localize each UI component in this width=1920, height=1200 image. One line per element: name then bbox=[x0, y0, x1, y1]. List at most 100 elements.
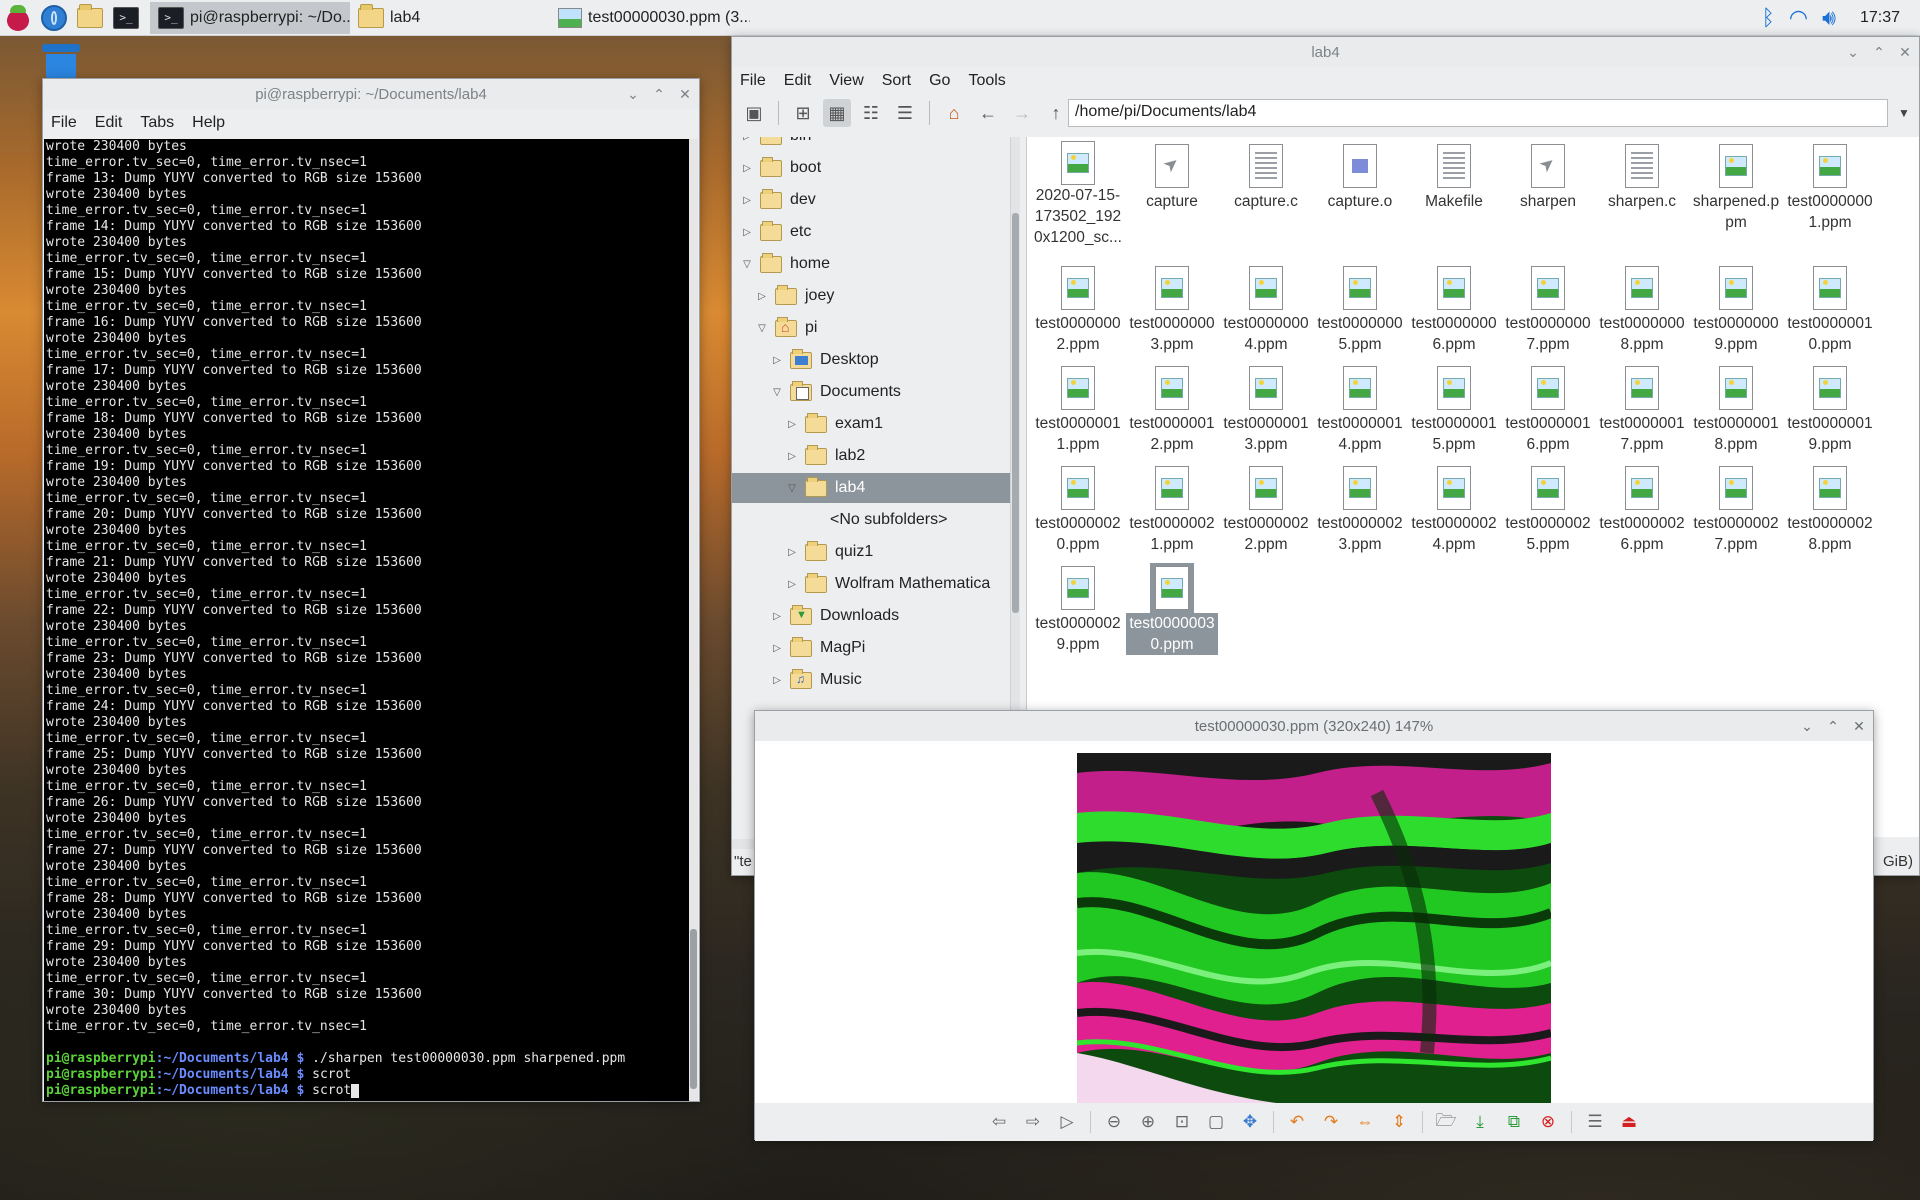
menu-tools[interactable]: Tools bbox=[968, 72, 1005, 90]
compact-view-icon[interactable]: ☷ bbox=[857, 99, 885, 127]
file-item[interactable]: test00000012.ppm bbox=[1127, 363, 1217, 459]
tree-item-desktop[interactable]: ▷ Desktop bbox=[732, 345, 1010, 375]
task-file-manager[interactable]: lab4 bbox=[350, 2, 550, 34]
maximize-icon[interactable]: ⌃ bbox=[651, 86, 667, 103]
file-item[interactable]: 2020-07-15-173502_1920x1200_sc... bbox=[1033, 141, 1123, 246]
collapse-arrow-icon[interactable]: ▽ bbox=[772, 387, 782, 398]
terminal-output[interactable]: wrote 230400 bytes time_error.tv_sec=0, t… bbox=[44, 139, 690, 1101]
maximize-icon[interactable]: ⌃ bbox=[1825, 718, 1841, 735]
file-item[interactable]: test00000011.ppm bbox=[1033, 363, 1123, 459]
expand-arrow-icon[interactable]: ▷ bbox=[742, 195, 752, 206]
file-item[interactable]: test00000030.ppm bbox=[1126, 563, 1218, 659]
file-item[interactable]: test00000026.ppm bbox=[1597, 463, 1687, 559]
file-item[interactable]: test00000013.ppm bbox=[1221, 363, 1311, 459]
preferences-icon[interactable]: ☰ bbox=[1582, 1109, 1608, 1135]
file-item[interactable]: test00000028.ppm bbox=[1785, 463, 1875, 559]
flip-vertical-icon[interactable]: ⇕ bbox=[1386, 1109, 1412, 1135]
file-item[interactable]: test00000025.ppm bbox=[1503, 463, 1593, 559]
menu-file[interactable]: File bbox=[740, 72, 766, 90]
collapse-arrow-icon[interactable]: ▽ bbox=[742, 259, 752, 270]
collapse-arrow-icon[interactable]: ▽ bbox=[757, 323, 767, 334]
close-icon[interactable]: ✕ bbox=[677, 86, 693, 103]
forward-arrow-icon[interactable]: → bbox=[1008, 99, 1036, 127]
zoom-out-icon[interactable]: ⊖ bbox=[1101, 1109, 1127, 1135]
tree-item-dev[interactable]: ▷ dev bbox=[732, 185, 1010, 215]
file-item[interactable]: test00000016.ppm bbox=[1503, 363, 1593, 459]
path-field[interactable]: /home/pi/Documents/lab4 bbox=[1068, 99, 1888, 127]
menu-tabs[interactable]: Tabs bbox=[140, 114, 174, 132]
expand-arrow-icon[interactable]: ▷ bbox=[757, 291, 767, 302]
trash-icon[interactable] bbox=[42, 44, 80, 80]
tree-item-pi[interactable]: ▽ pi bbox=[732, 313, 1010, 343]
tree-item-music[interactable]: ▷ Music bbox=[732, 665, 1010, 695]
file-item[interactable]: test00000018.ppm bbox=[1691, 363, 1781, 459]
flip-horizontal-icon[interactable]: ⇔ bbox=[1352, 1109, 1378, 1135]
expand-arrow-icon[interactable]: ▷ bbox=[772, 643, 782, 654]
file-item[interactable]: test00000001.ppm bbox=[1785, 141, 1875, 237]
home-icon[interactable]: ⌂ bbox=[940, 99, 968, 127]
tree-item-quiz1[interactable]: ▷ quiz1 bbox=[732, 537, 1010, 567]
file-item[interactable]: test00000014.ppm bbox=[1315, 363, 1405, 459]
menu-go[interactable]: Go bbox=[929, 72, 950, 90]
web-browser-launcher[interactable] bbox=[36, 0, 72, 36]
file-item[interactable]: test00000005.ppm bbox=[1315, 263, 1405, 359]
wifi-icon[interactable]: ◠ bbox=[1789, 7, 1808, 29]
save-as-icon[interactable]: ⧉ bbox=[1501, 1109, 1527, 1135]
menu-edit[interactable]: Edit bbox=[784, 72, 812, 90]
expand-arrow-icon[interactable]: ▷ bbox=[742, 163, 752, 174]
file-item[interactable]: test00000022.ppm bbox=[1221, 463, 1311, 559]
expand-arrow-icon[interactable]: ▷ bbox=[742, 227, 752, 238]
tree-scrollbar[interactable] bbox=[1010, 137, 1020, 749]
tree-item-etc[interactable]: ▷ etc bbox=[732, 217, 1010, 247]
bluetooth-icon[interactable]: ᛒ bbox=[1762, 7, 1775, 29]
file-item[interactable]: sharpen.c bbox=[1597, 141, 1687, 237]
new-window-icon[interactable]: ▣ bbox=[740, 99, 768, 127]
original-size-icon[interactable]: ▢ bbox=[1203, 1109, 1229, 1135]
task-terminal[interactable]: >_ pi@raspberrypi: ~/Do... bbox=[150, 1, 350, 34]
minimize-icon[interactable]: ⌄ bbox=[1845, 44, 1861, 61]
next-icon[interactable]: ⇨ bbox=[1020, 1109, 1046, 1135]
menu-edit[interactable]: Edit bbox=[95, 114, 123, 132]
tree-item-downloads[interactable]: ▷ Downloads bbox=[732, 601, 1010, 631]
tree-item-exam1[interactable]: ▷ exam1 bbox=[732, 409, 1010, 439]
file-item[interactable]: test00000024.ppm bbox=[1409, 463, 1499, 559]
icon-view-icon[interactable]: ⊞ bbox=[789, 99, 817, 127]
file-item[interactable]: test00000010.ppm bbox=[1785, 263, 1875, 359]
file-item[interactable]: test00000029.ppm bbox=[1033, 563, 1123, 659]
up-arrow-icon[interactable]: ↑ bbox=[1042, 99, 1070, 127]
expand-arrow-icon[interactable]: ▷ bbox=[787, 547, 797, 558]
scrollbar-thumb[interactable] bbox=[690, 929, 697, 1089]
image-viewer-titlebar[interactable]: test00000030.ppm (320x240) 147% ⌄ ⌃ ✕ bbox=[755, 711, 1873, 741]
fit-window-icon[interactable]: ⊡ bbox=[1169, 1109, 1195, 1135]
file-item[interactable]: sharpen bbox=[1503, 141, 1593, 237]
file-item[interactable]: test00000019.ppm bbox=[1785, 363, 1875, 459]
previous-icon[interactable]: ⇦ bbox=[986, 1109, 1012, 1135]
expand-arrow-icon[interactable]: ▷ bbox=[787, 419, 797, 430]
file-item[interactable]: test00000006.ppm bbox=[1409, 263, 1499, 359]
file-item[interactable]: capture.c bbox=[1221, 141, 1311, 237]
quit-icon[interactable]: ⏏ bbox=[1616, 1109, 1642, 1135]
terminal-titlebar[interactable]: pi@raspberrypi: ~/Documents/lab4 ⌄ ⌃ ✕ bbox=[43, 79, 699, 109]
rotate-left-icon[interactable]: ↶ bbox=[1284, 1109, 1310, 1135]
collapse-arrow-icon[interactable]: ▽ bbox=[787, 483, 797, 494]
tree-item-lab4[interactable]: ▽ lab4 bbox=[732, 473, 1010, 503]
file-item[interactable]: sharpened.ppm bbox=[1691, 141, 1781, 237]
terminal-scrollbar[interactable] bbox=[689, 139, 698, 1101]
file-item[interactable]: test00000007.ppm bbox=[1503, 263, 1593, 359]
file-item[interactable]: test00000002.ppm bbox=[1033, 263, 1123, 359]
terminal-launcher[interactable]: >_ bbox=[108, 0, 144, 36]
chevron-down-icon[interactable]: ▼ bbox=[1892, 99, 1916, 127]
file-item[interactable]: test00000023.ppm bbox=[1315, 463, 1405, 559]
file-item[interactable]: capture.o bbox=[1315, 141, 1405, 237]
thumbnail-view-icon[interactable]: ▦ bbox=[823, 99, 851, 127]
menu-view[interactable]: View bbox=[829, 72, 863, 90]
file-item[interactable]: test00000003.ppm bbox=[1127, 263, 1217, 359]
tree-item-wolfram-mathematica[interactable]: ▷ Wolfram Mathematica bbox=[732, 569, 1010, 599]
rotate-right-icon[interactable]: ↷ bbox=[1318, 1109, 1344, 1135]
list-view-icon[interactable]: ☰ bbox=[891, 99, 919, 127]
file-item[interactable]: test00000008.ppm bbox=[1597, 263, 1687, 359]
raspberry-menu-button[interactable] bbox=[0, 0, 36, 36]
expand-arrow-icon[interactable]: ▷ bbox=[742, 137, 752, 142]
menu-sort[interactable]: Sort bbox=[882, 72, 911, 90]
task-image-viewer[interactable]: test00000030.ppm (3... bbox=[550, 2, 750, 34]
